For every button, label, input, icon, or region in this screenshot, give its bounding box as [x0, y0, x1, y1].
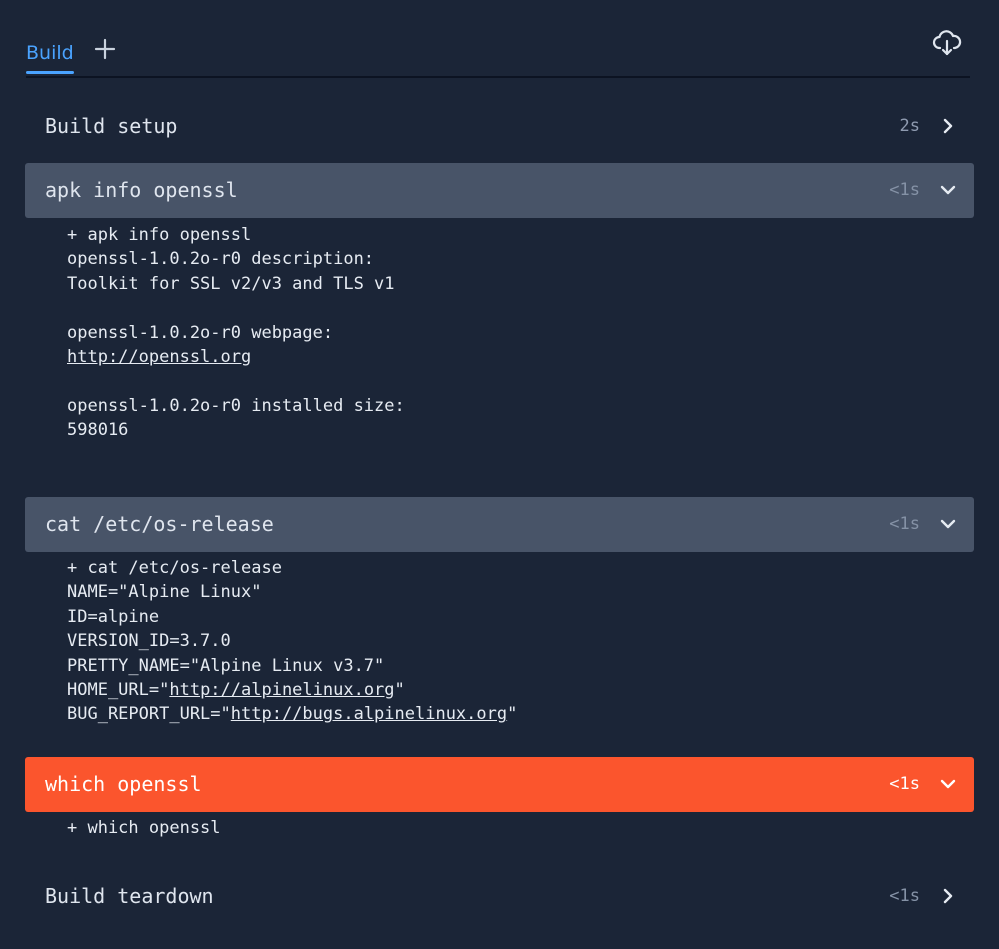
step-build-teardown[interactable]: Build teardown <1s: [25, 869, 974, 924]
log-line: 598016: [67, 420, 129, 441]
log-line: PRETTY_NAME="Alpine Linux v3.7": [67, 655, 385, 676]
step-title: which openssl: [45, 772, 202, 796]
chevron-down-icon: [939, 775, 957, 793]
step-title: Build teardown: [45, 884, 214, 908]
step-build-setup[interactable]: Build setup 2s: [25, 99, 974, 154]
log-line: openssl-1.0.2o-r0 webpage:: [67, 322, 334, 343]
log-line: openssl-1.0.2o-r0 installed size:: [67, 395, 405, 416]
log-link[interactable]: http://openssl.org: [67, 347, 251, 367]
step-title: Build setup: [45, 114, 178, 138]
log-line: ID=alpine: [67, 606, 160, 627]
chevron-down-icon: [939, 515, 957, 533]
log-line: HOME_URL="http://alpinelinux.org": [67, 678, 947, 702]
step-which-openssl[interactable]: which openssl <1s: [25, 757, 974, 812]
step-title: cat /etc/os-release: [45, 512, 274, 536]
log-blank-line: [67, 369, 947, 393]
log-link[interactable]: http://alpinelinux.org: [169, 680, 394, 700]
log-line: VERSION_ID=3.7.0: [67, 631, 231, 652]
log-link[interactable]: http://bugs.alpinelinux.org: [231, 704, 507, 724]
log-blank-line: [67, 296, 947, 320]
cloud-download-icon[interactable]: [932, 28, 962, 58]
step-duration: <1s: [889, 180, 920, 200]
log-line: Toolkit for SSL v2/v3 and TLS v1: [67, 273, 395, 294]
log-line: + apk info openssl: [67, 225, 252, 245]
chevron-right-icon: [939, 117, 957, 135]
log-text: ": [507, 704, 518, 725]
plus-icon[interactable]: [94, 38, 116, 60]
log-text: ": [394, 679, 405, 700]
log-line: + cat /etc/os-release: [67, 558, 282, 578]
log-line: openssl-1.0.2o-r0 description:: [67, 249, 375, 270]
chevron-right-icon: [939, 887, 957, 905]
step-duration: <1s: [889, 886, 920, 906]
step-duration: <1s: [889, 774, 920, 794]
step-log-os-release: + cat /etc/os-release NAME="Alpine Linux…: [67, 556, 947, 727]
tab-build[interactable]: Build: [26, 42, 74, 74]
step-duration: 2s: [899, 116, 920, 136]
step-log-which-openssl: + which openssl: [67, 816, 947, 840]
log-line: http://openssl.org: [67, 345, 947, 369]
log-line: + which openssl: [67, 818, 221, 838]
step-apk-info-openssl[interactable]: apk info openssl <1s: [25, 163, 974, 218]
log-line: BUG_REPORT_URL="http://bugs.alpinelinux.…: [67, 702, 947, 726]
step-log-apk-info: + apk info openssl openssl-1.0.2o-r0 des…: [67, 223, 947, 443]
tab-bar: Build: [26, 30, 970, 78]
chevron-down-icon: [939, 181, 957, 199]
step-duration: <1s: [889, 514, 920, 534]
log-line: NAME="Alpine Linux": [67, 582, 262, 603]
step-cat-os-release[interactable]: cat /etc/os-release <1s: [25, 497, 974, 552]
step-title: apk info openssl: [45, 178, 238, 202]
log-text: BUG_REPORT_URL=": [67, 704, 231, 725]
log-text: HOME_URL=": [67, 679, 170, 700]
